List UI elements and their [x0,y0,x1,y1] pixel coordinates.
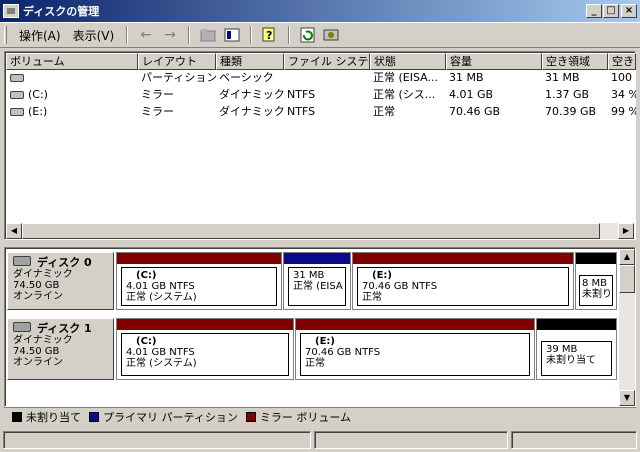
disk-status: オンライン [13,357,63,368]
col-free[interactable]: 空き領域 [542,53,608,70]
svg-text:?: ? [266,29,272,42]
legend: 未割り当て プライマリ パーティション ミラー ボリューム [4,407,636,425]
legend-item: プライマリ パーティション [89,409,238,425]
partition-name: (C:) [136,336,157,347]
disk-name: ディスク 0 [37,256,92,269]
toolbar-grip[interactable] [4,26,7,44]
disk-icon [13,322,31,332]
menu-action[interactable]: 操作(A) [13,25,67,46]
status-bar [0,428,640,452]
col-volume[interactable]: ボリューム [6,53,138,70]
toolbar-separator [188,26,191,44]
rescan-disks-icon[interactable] [322,25,342,45]
scroll-left-button[interactable]: ◀ [6,223,22,239]
menu-toolbar: 操作(A) 表示(V) ← → ? [0,22,640,48]
scroll-up-button[interactable]: ▲ [619,249,635,265]
partition-unallocated-disk1[interactable]: 39 MB 未割り当て [536,318,617,380]
disk-type: ダイナミック [13,335,73,346]
forward-icon[interactable]: → [160,25,180,45]
mirror-bar [296,319,534,330]
partition-e-disk1[interactable]: (E:) 70.46 GB NTFS 正常 [295,318,535,380]
disk-size: 74.50 GB [13,280,60,291]
toolbar-separator [250,26,253,44]
unallocated-swatch [12,411,22,422]
partition-name: (E:) [315,336,335,347]
mirror-bar [117,319,293,330]
status-pane [511,431,637,449]
partition-name: (E:) [372,270,392,281]
scroll-thumb[interactable] [619,265,635,293]
volume-icon [10,74,24,82]
properties-icon[interactable] [222,25,242,45]
disk-name: ディスク 1 [37,322,92,335]
legend-item: ミラー ボリューム [245,409,351,425]
scroll-down-button[interactable]: ▼ [619,390,635,406]
back-icon[interactable]: ← [136,25,156,45]
volume-icon [10,91,24,99]
disk-icon [13,256,31,266]
disk-status: オンライン [13,291,63,302]
disk-size: 74.50 GB [13,346,60,357]
horizontal-scrollbar[interactable]: ◀ ▶ [6,223,634,239]
pane-splitter[interactable] [4,241,636,246]
col-type[interactable]: 種類 [216,53,284,70]
menu-view[interactable]: 表示(V) [67,25,121,46]
help-icon[interactable]: ? [260,25,280,45]
disk-graphical-view[interactable]: ディスク 0 ダイナミック 74.50 GB オンライン (C:) 4.01 GB… [4,247,636,407]
minimize-button[interactable]: _ [586,4,602,18]
partition-c-disk0[interactable]: (C:) 4.01 GB NTFS 正常 (システム) [116,252,282,310]
mirror-bar [353,253,573,264]
col-filesystem[interactable]: ファイル システム [284,53,370,70]
mirror-bar [117,253,281,264]
unallocated-bar [537,319,616,330]
table-row[interactable]: (E:) ミラー ダイナミック NTFS 正常 70.46 GB 70.39 G… [6,103,636,120]
table-row[interactable]: パーティション ベーシック 正常 (EISA... 31 MB 31 MB 10… [6,69,636,86]
window-title: ディスクの管理 [23,5,100,18]
toolbar-separator [126,26,129,44]
vertical-scrollbar[interactable]: ▲ ▼ [619,249,635,406]
close-button[interactable]: × [621,4,637,18]
table-row[interactable]: (C:) ミラー ダイナミック NTFS 正常 (シス... 4.01 GB 1… [6,86,636,103]
status-pane [3,431,311,449]
partition-c-disk1[interactable]: (C:) 4.01 GB NTFS 正常 (システム) [116,318,294,380]
col-layout[interactable]: レイアウト [138,53,216,70]
disk-type: ダイナミック [13,269,73,280]
volume-icon [10,108,24,116]
tree-icon[interactable] [198,25,218,45]
unallocated-bar [576,253,616,264]
partition-e-disk0[interactable]: (E:) 70.46 GB NTFS 正常 [352,252,574,310]
mirror-swatch [245,411,256,422]
scroll-right-button[interactable]: ▶ [618,223,634,239]
col-status[interactable]: 状態 [370,53,446,70]
primary-swatch [89,411,99,422]
title-bar: ディスクの管理 _ □ × [0,0,640,22]
col-capacity[interactable]: 容量 [446,53,542,70]
primary-bar [284,253,350,264]
refresh-icon[interactable] [298,25,318,45]
legend-item: 未割り当て [12,409,81,425]
disk-0-label[interactable]: ディスク 0 ダイナミック 74.50 GB オンライン [7,252,114,310]
partition-unallocated-disk0[interactable]: 8 MB 未割り [575,252,617,310]
toolbar-separator [288,26,291,44]
list-header: ボリューム レイアウト 種類 ファイル システム 状態 容量 空き領域 空き [6,53,636,70]
disk-management-icon [3,4,19,18]
partition-eisa-disk0[interactable]: 31 MB 正常 (EISA [283,252,351,310]
disk-1-label[interactable]: ディスク 1 ダイナミック 74.50 GB オンライン [7,318,114,380]
col-free-pct[interactable]: 空き [608,53,636,70]
volume-list[interactable]: ボリューム レイアウト 種類 ファイル システム 状態 容量 空き領域 空き パ… [4,51,636,240]
partition-name: (C:) [136,270,157,281]
status-pane [314,431,508,449]
maximize-button[interactable]: □ [603,4,619,18]
scroll-thumb[interactable] [22,223,600,239]
